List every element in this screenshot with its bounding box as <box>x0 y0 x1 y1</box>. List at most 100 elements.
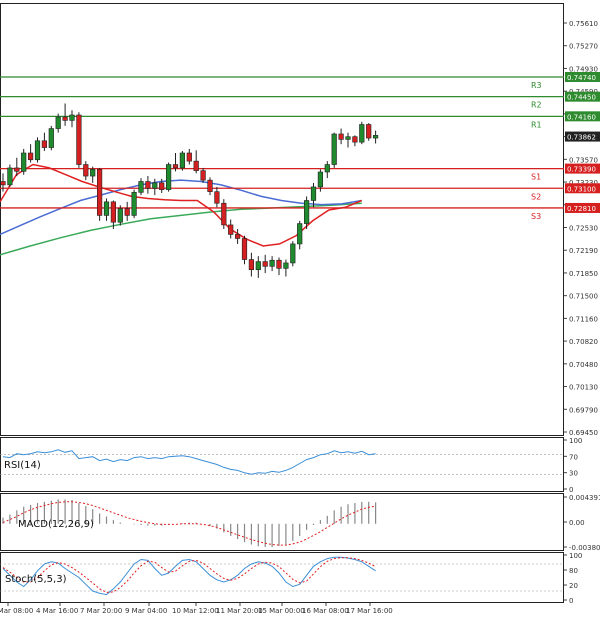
candle-bear <box>27 152 34 161</box>
candle-bull <box>34 140 41 161</box>
candle-bull <box>103 201 110 216</box>
candle-bull <box>317 171 324 188</box>
stoch-tick-label: 80 <box>569 567 578 575</box>
candle-bear <box>193 160 199 171</box>
x-tick-label: 11 Mar 20:00 <box>216 607 263 615</box>
candle-bear <box>214 191 220 204</box>
candle-bull <box>331 133 337 165</box>
candle-bear <box>124 208 130 216</box>
price-tick-label: 0.73570 <box>569 156 598 164</box>
level-price-label-r3: 0.74740 <box>567 74 596 82</box>
candle-bear <box>241 238 248 260</box>
candle-bull <box>138 181 144 193</box>
candle-bull <box>131 192 137 216</box>
x-tick-label: 9 Mar 04:00 <box>125 607 167 615</box>
candle-bear <box>186 152 192 162</box>
rsi-tick-label: 100 <box>569 437 582 445</box>
candle-bear <box>235 234 241 239</box>
candle-bear <box>262 261 268 267</box>
candle-bear <box>338 133 344 140</box>
candle-bull <box>69 114 75 121</box>
price-tick-label: 0.70130 <box>569 384 598 392</box>
candle-bear <box>172 164 179 169</box>
candle-bull <box>297 223 303 245</box>
stoch-label: Stoch(5,5,3) <box>5 574 67 585</box>
price-tick-label: 0.72530 <box>569 225 598 233</box>
candle-bull <box>7 167 13 186</box>
level-price-label-s3: 0.72810 <box>567 205 596 213</box>
x-tick-label: 10 Mar 12:00 <box>172 607 219 615</box>
x-tick-label: 7 Mar 20:00 <box>80 607 122 615</box>
candle-bull <box>372 135 379 139</box>
stoch-tick-label: 20 <box>569 582 578 590</box>
candle-bull <box>269 259 275 267</box>
candle-bull <box>48 128 54 148</box>
price-tick-label: 0.72190 <box>569 247 598 255</box>
candle-bear <box>110 201 116 223</box>
candle-bull <box>152 182 158 189</box>
rsi-tick-label: 30 <box>569 470 578 478</box>
candle-bull <box>21 152 27 172</box>
candle-bull <box>345 136 351 140</box>
candle-bear <box>97 168 103 216</box>
candle-bear <box>276 259 282 269</box>
x-tick-label: 4 Mar 16:00 <box>36 607 78 615</box>
candle-bull <box>166 164 172 190</box>
forex-chart: 0.756100.752700.749300.745900.742500.739… <box>0 0 600 621</box>
candle-bull <box>283 262 289 269</box>
macd-tick-label: 0.00 <box>569 519 585 527</box>
candle-bear <box>0 181 6 186</box>
price-tick-label: 0.75610 <box>569 20 598 28</box>
level-name-r3: R3 <box>531 81 542 90</box>
price-tick-label: 0.69790 <box>569 406 598 414</box>
candle-bear <box>62 116 68 121</box>
level-name-s1: S1 <box>531 173 541 182</box>
candle-bear <box>200 170 206 181</box>
price-tick-label: 0.71160 <box>569 315 598 323</box>
x-tick-label: 17 Mar 16:00 <box>346 607 393 615</box>
candle-bull <box>290 243 296 264</box>
candle-bull <box>179 152 186 169</box>
candle-bear <box>366 124 372 139</box>
macd-tick-label: 0.004391 <box>569 494 600 502</box>
candle-bull <box>310 186 317 201</box>
price-tick-label: 0.75270 <box>569 43 598 51</box>
candle-bull <box>117 208 123 223</box>
candle-bear <box>159 182 165 190</box>
rsi-tick-label: 0 <box>569 486 573 494</box>
price-tick-label: 0.70820 <box>569 338 598 346</box>
candle-bull <box>359 124 365 143</box>
candle-bear <box>221 202 227 226</box>
candle-bear <box>145 181 151 189</box>
level-price-label-r1: 0.74160 <box>567 113 596 121</box>
macd-tick-label: -0.003806 <box>569 544 600 552</box>
candle-bear <box>41 140 47 148</box>
rsi-tick-label: 70 <box>569 453 578 461</box>
candle-bull <box>324 164 330 173</box>
level-name-r1: R1 <box>531 120 542 129</box>
candle-bear <box>248 259 255 271</box>
candle-bull <box>255 261 261 271</box>
x-tick-label: 4 Mar 08:00 <box>0 607 33 615</box>
level-name-r2: R2 <box>531 101 542 110</box>
x-tick-label: 15 Mar 00:00 <box>258 607 305 615</box>
level-price-label-s2: 0.73100 <box>567 185 596 193</box>
stoch-tick-label: 0 <box>569 597 573 605</box>
candle-bull <box>55 116 61 129</box>
rsi-label: RSI(14) <box>4 460 41 471</box>
candle-bear <box>83 164 89 177</box>
candle-bear <box>76 114 82 165</box>
candle-bear <box>352 136 358 143</box>
macd-label: MACD(12,26,9) <box>18 519 94 530</box>
level-name-s2: S2 <box>531 192 541 201</box>
candle-bear <box>228 224 234 235</box>
price-tick-label: 0.71850 <box>569 270 598 278</box>
candle-bull <box>90 168 96 177</box>
candle-bull <box>303 200 310 224</box>
level-price-label-r2: 0.74450 <box>567 94 596 102</box>
candle-bear <box>14 167 20 172</box>
stoch-tick-label: 100 <box>569 552 582 560</box>
level-name-s3: S3 <box>531 212 541 221</box>
level-price-label-s1: 0.73390 <box>567 166 596 174</box>
price-tick-label: 0.71500 <box>569 293 598 301</box>
